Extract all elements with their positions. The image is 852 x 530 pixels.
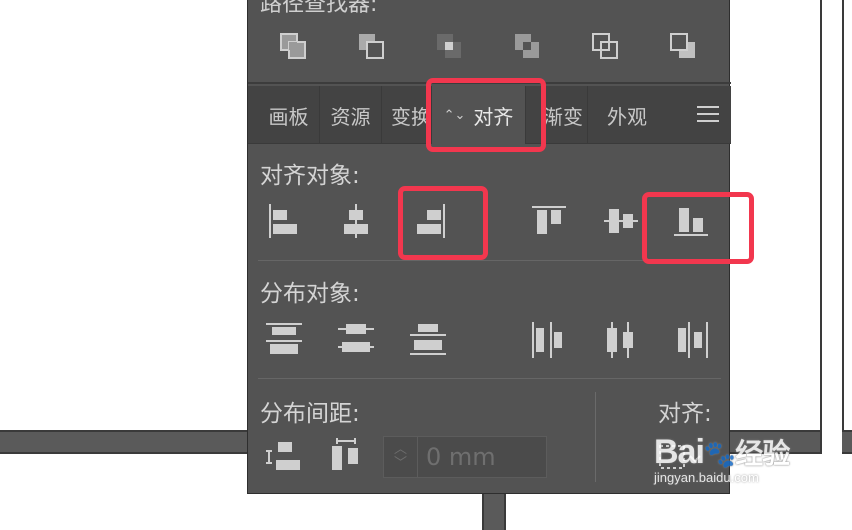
tab-label: 变换 <box>391 104 431 129</box>
align-horizontal-center-icon[interactable] <box>338 202 374 244</box>
distribute-horizontal-center-icon[interactable] <box>600 320 640 364</box>
tab-transform[interactable]: 变换 <box>382 86 432 144</box>
tab-label: 资源 <box>330 104 371 129</box>
minus-front-icon[interactable] <box>351 28 391 64</box>
panel-menu-icon[interactable] <box>697 106 719 122</box>
tab-label: 渐变 <box>543 104 583 129</box>
tab-artboards[interactable]: 画板 <box>258 86 320 144</box>
distribute-horizontal-spacing-icon[interactable] <box>328 438 368 480</box>
align-top-icon[interactable] <box>530 202 568 244</box>
highlight-align-bottom <box>642 192 754 264</box>
watermark-logo-text: Bai <box>654 433 705 471</box>
artboard-bottom-edge <box>482 494 506 530</box>
align-objects-label: 对齐对象: <box>260 163 360 189</box>
watermark-url: jingyan.baidu.com <box>654 470 759 485</box>
align-to-label: 对齐: <box>658 401 712 427</box>
intersect-icon[interactable] <box>429 28 469 64</box>
vertical-separator <box>595 392 596 482</box>
align-left-icon[interactable] <box>266 202 302 244</box>
watermark-logo-suffix: 经验 <box>735 437 790 470</box>
distribute-right-icon[interactable] <box>672 320 712 364</box>
chevron-up-icon[interactable]: ︿ <box>394 443 407 457</box>
baidu-jingyan-watermark: Bai🐾经验 jingyan.baidu.com <box>654 432 804 512</box>
divide-icon[interactable] <box>585 28 625 64</box>
distribute-vertical-center-icon[interactable] <box>336 320 376 364</box>
tab-appearance[interactable]: 外观 <box>588 86 666 144</box>
spacing-value-field[interactable]: ︿ ﹀ 0 mm <box>383 436 547 478</box>
tab-label: 外观 <box>607 104 647 129</box>
section-divider <box>258 378 721 379</box>
artboard-corner <box>842 432 852 452</box>
unite-icon[interactable] <box>273 28 313 64</box>
align-vertical-center-icon[interactable] <box>602 202 640 244</box>
watermark-logo: Bai🐾经验 <box>654 432 804 472</box>
highlight-align-right <box>398 186 488 260</box>
distribute-left-icon[interactable] <box>528 320 568 364</box>
tab-label: 画板 <box>268 104 309 129</box>
paw-icon: 🐾 <box>703 439 736 469</box>
artboard-vertical-edge <box>820 0 844 454</box>
spacing-stepper[interactable]: ︿ ﹀ <box>384 437 418 477</box>
highlight-align-tab <box>426 78 546 152</box>
distribute-spacing-label: 分布间距: <box>260 401 360 427</box>
tab-assets[interactable]: 资源 <box>320 86 382 144</box>
distribute-bottom-icon[interactable] <box>408 320 448 364</box>
trim-icon[interactable] <box>663 28 703 64</box>
exclude-icon[interactable] <box>507 28 547 64</box>
distribute-objects-label: 分布对象: <box>260 281 360 307</box>
pathfinder-title: 路径查找器: <box>260 0 378 17</box>
distribute-vertical-spacing-icon[interactable] <box>264 438 304 480</box>
spacing-value: 0 mm <box>426 443 496 471</box>
distribute-top-icon[interactable] <box>264 320 304 364</box>
chevron-down-icon[interactable]: ﹀ <box>394 457 407 471</box>
pathfinder-icons <box>273 28 703 64</box>
